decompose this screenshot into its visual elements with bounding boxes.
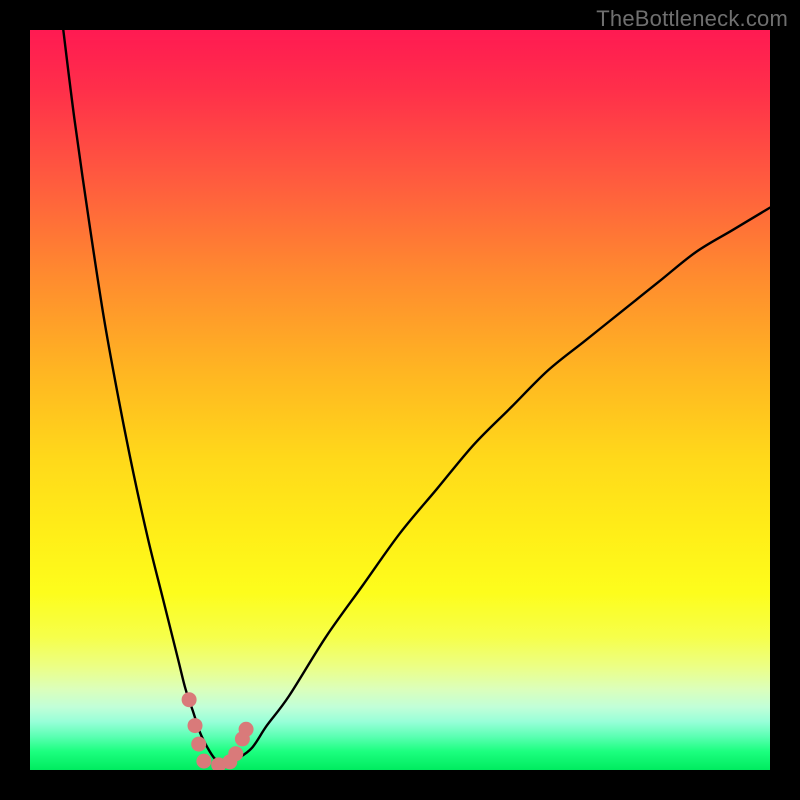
curve-marker <box>191 737 206 752</box>
curve-marker <box>196 754 211 769</box>
curve-marker <box>228 746 243 761</box>
curve-markers <box>182 692 254 770</box>
bottleneck-curve <box>63 30 770 763</box>
curve-marker <box>182 692 197 707</box>
plot-area <box>30 30 770 770</box>
chart-frame: TheBottleneck.com <box>0 0 800 800</box>
curve-marker <box>188 718 203 733</box>
curve-marker <box>239 722 254 737</box>
curve-layer <box>30 30 770 770</box>
watermark-text: TheBottleneck.com <box>596 6 788 32</box>
